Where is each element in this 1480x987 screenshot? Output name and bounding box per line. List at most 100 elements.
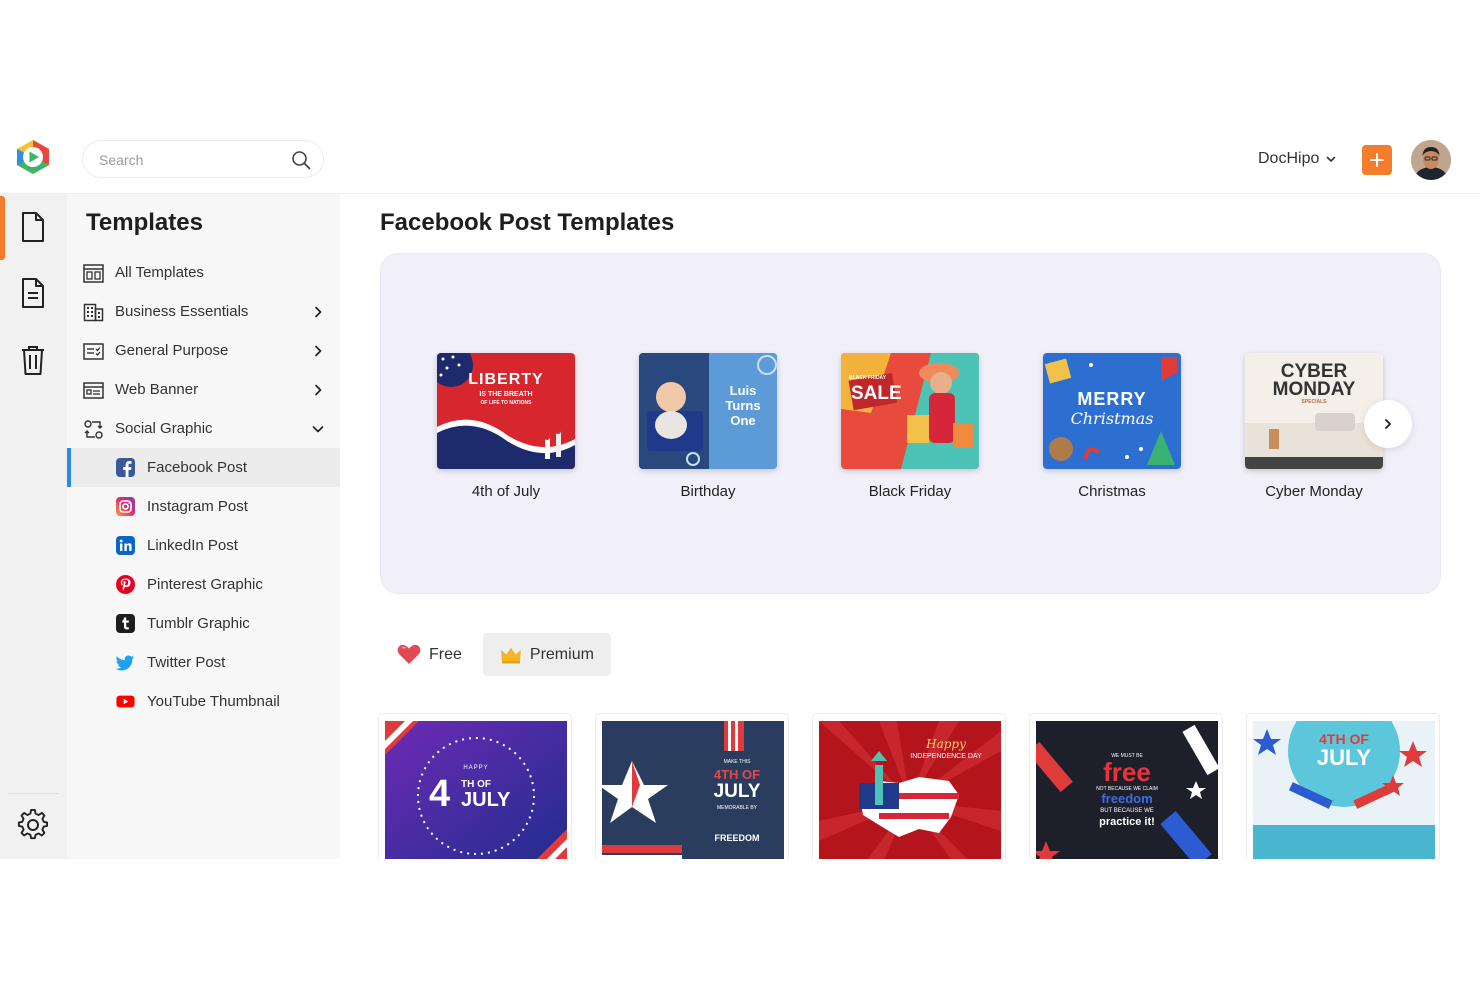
occasion-label: Black Friday <box>868 483 952 500</box>
all-templates-icon <box>82 263 104 283</box>
occasion-card-cyber-monday[interactable]: CYBER MONDAY SPECIALS Cyber Monday <box>1245 353 1383 500</box>
sidebar-item-label: Twitter Post <box>147 654 226 671</box>
filter-free[interactable]: Free <box>380 633 479 676</box>
carousel-next-button[interactable] <box>1364 400 1412 448</box>
sidebar-item-pinterest-graphic[interactable]: Pinterest Graphic <box>67 565 340 604</box>
rail-active-indicator <box>0 196 5 260</box>
chevron-right-icon <box>315 384 322 396</box>
icon-rail <box>0 194 67 859</box>
sidebar-item-label: Web Banner <box>115 381 199 398</box>
rail-settings[interactable] <box>16 807 50 843</box>
template-thumb-line: practice it! <box>1099 816 1155 828</box>
facebook-icon <box>116 458 135 477</box>
template-thumbnail: Happy INDEPENDENCE DAY <box>819 721 1001 859</box>
chevron-down-icon <box>312 426 324 433</box>
heart-icon <box>397 644 421 664</box>
template-card[interactable]: 4TH OF JULY <box>1246 713 1440 859</box>
occasion-label: Birthday <box>680 483 736 500</box>
sidebar-item-label: All Templates <box>115 264 204 281</box>
template-thumbnail: WE MUST BE free NOT BECAUSE WE CLAIM fre… <box>1036 721 1218 859</box>
template-thumb-line: 4 <box>429 773 451 815</box>
settings-icon <box>17 809 49 840</box>
trash-icon <box>22 346 44 375</box>
sidebar-item-business-essentials[interactable]: Business Essentials <box>67 293 340 331</box>
twitter-icon <box>116 653 135 672</box>
template-thumb-title: JULY <box>713 781 761 802</box>
template-thumb-line: BUT BECAUSE WE <box>1100 808 1154 814</box>
occasion-card-christmas[interactable]: MERRY Christmas Christmas <box>1043 353 1181 500</box>
search-icon[interactable] <box>291 150 311 170</box>
user-avatar[interactable] <box>1411 140 1451 180</box>
sidebar-item-linkedin-post[interactable]: LinkedIn Post <box>67 526 340 565</box>
building-icon <box>82 302 104 322</box>
template-card[interactable]: MAKE THIS 4TH OF JULY MEMORABLE BY FREED… <box>595 713 789 859</box>
template-thumb-title: free <box>1103 757 1151 787</box>
occasion-thumb-line: Christmas <box>1070 409 1154 428</box>
checklist-icon <box>82 341 104 361</box>
template-thumb-line: Happy <box>926 737 966 751</box>
occasion-thumb-line: Turns <box>725 398 761 413</box>
plus-icon <box>1370 153 1384 167</box>
occasion-thumb-line: IS THE BREATH <box>479 391 533 398</box>
sidebar-item-label: General Purpose <box>115 342 229 359</box>
occasion-thumb-line: BLACK FRIDAY <box>849 375 887 381</box>
document-icon <box>22 212 44 242</box>
occasion-thumb-title: SALE <box>851 383 902 404</box>
sidebar-item-label: Facebook Post <box>147 459 248 476</box>
template-card[interactable]: WE MUST BE free NOT BECAUSE WE CLAIM fre… <box>1029 713 1223 859</box>
template-card[interactable]: Happy INDEPENDENCE DAY <box>812 713 1006 859</box>
sidebar-item-tumblr-graphic[interactable]: Tumblr Graphic <box>67 604 340 643</box>
template-thumb-line: INDEPENDENCE DAY <box>910 753 982 760</box>
share-icon <box>82 419 104 439</box>
chevron-down-icon <box>1327 156 1336 162</box>
rail-documents[interactable] <box>16 275 50 311</box>
template-thumb-title: freedom <box>1101 791 1153 806</box>
template-thumb-line: FREEDOM <box>714 833 760 843</box>
occasion-card-black-friday[interactable]: BLACK FRIDAY SALE Black Friday <box>841 353 979 500</box>
occasion-card-4th-of-july[interactable]: LIBERTY IS THE BREATH OF LIFE TO NATIONS… <box>437 353 575 500</box>
filter-premium[interactable]: Premium <box>482 633 611 676</box>
sidebar-item-label: Pinterest Graphic <box>147 576 263 593</box>
rail-divider <box>8 793 58 794</box>
sidebar-item-twitter-post[interactable]: Twitter Post <box>67 643 340 682</box>
template-thumb-line: MAKE THIS <box>723 759 751 765</box>
sidebar-item-general-purpose[interactable]: General Purpose <box>67 332 340 370</box>
add-button[interactable] <box>1362 145 1392 175</box>
rail-trash[interactable] <box>16 342 50 378</box>
occasion-label: Cyber Monday <box>1265 483 1363 500</box>
occasion-thumb-title: LIBERTY <box>468 371 544 388</box>
dochipo-logo-icon[interactable] <box>14 138 52 176</box>
sidebar-item-label: YouTube Thumbnail <box>147 693 280 710</box>
sidebar-item-facebook-post[interactable]: Facebook Post <box>67 448 340 487</box>
account-menu[interactable]: DocHipo <box>1258 148 1337 170</box>
search-input[interactable] <box>99 149 279 171</box>
app-window: DocHipo <box>0 128 1480 859</box>
sidebar-item-label: LinkedIn Post <box>147 537 238 554</box>
chevron-right-icon <box>315 306 322 318</box>
sidebar-item-web-banner[interactable]: Web Banner <box>67 371 340 409</box>
template-thumb-line: HAPPY <box>463 765 489 771</box>
sidebar-title: Templates <box>86 209 203 236</box>
linkedin-icon <box>116 536 135 555</box>
sidebar-item-youtube-thumbnail[interactable]: YouTube Thumbnail <box>67 682 340 721</box>
filter-label: Free <box>429 645 462 663</box>
template-thumb-title: JULY <box>1316 745 1372 770</box>
occasion-carousel: LIBERTY IS THE BREATH OF LIFE TO NATIONS… <box>380 253 1441 594</box>
crown-icon <box>500 647 521 663</box>
sidebar-item-label: Tumblr Graphic <box>147 615 250 632</box>
sidebar-item-instagram-post[interactable]: Instagram Post <box>67 487 340 526</box>
occasion-thumb-title: MERRY <box>1077 389 1147 409</box>
chevron-right-icon <box>315 345 322 357</box>
sidebar-item-social-graphic[interactable]: Social Graphic <box>67 410 340 448</box>
occasion-thumbnail: BLACK FRIDAY SALE <box>841 353 979 469</box>
rail-templates[interactable] <box>16 209 50 245</box>
template-card[interactable]: HAPPY 4 TH OF JULY <box>378 713 572 859</box>
template-thumb-line: MEMORABLE BY <box>716 805 757 811</box>
sidebar-item-label: Business Essentials <box>115 303 249 320</box>
occasion-card-birthday[interactable]: Luis Turns One Birthday <box>639 353 777 500</box>
account-name: DocHipo <box>1258 150 1320 167</box>
page-title: Facebook Post Templates <box>380 209 675 236</box>
template-thumb-title: 4TH OF <box>713 767 761 782</box>
occasion-thumbnail: CYBER MONDAY SPECIALS <box>1245 353 1383 469</box>
sidebar-item-all-templates[interactable]: All Templates <box>67 254 340 292</box>
